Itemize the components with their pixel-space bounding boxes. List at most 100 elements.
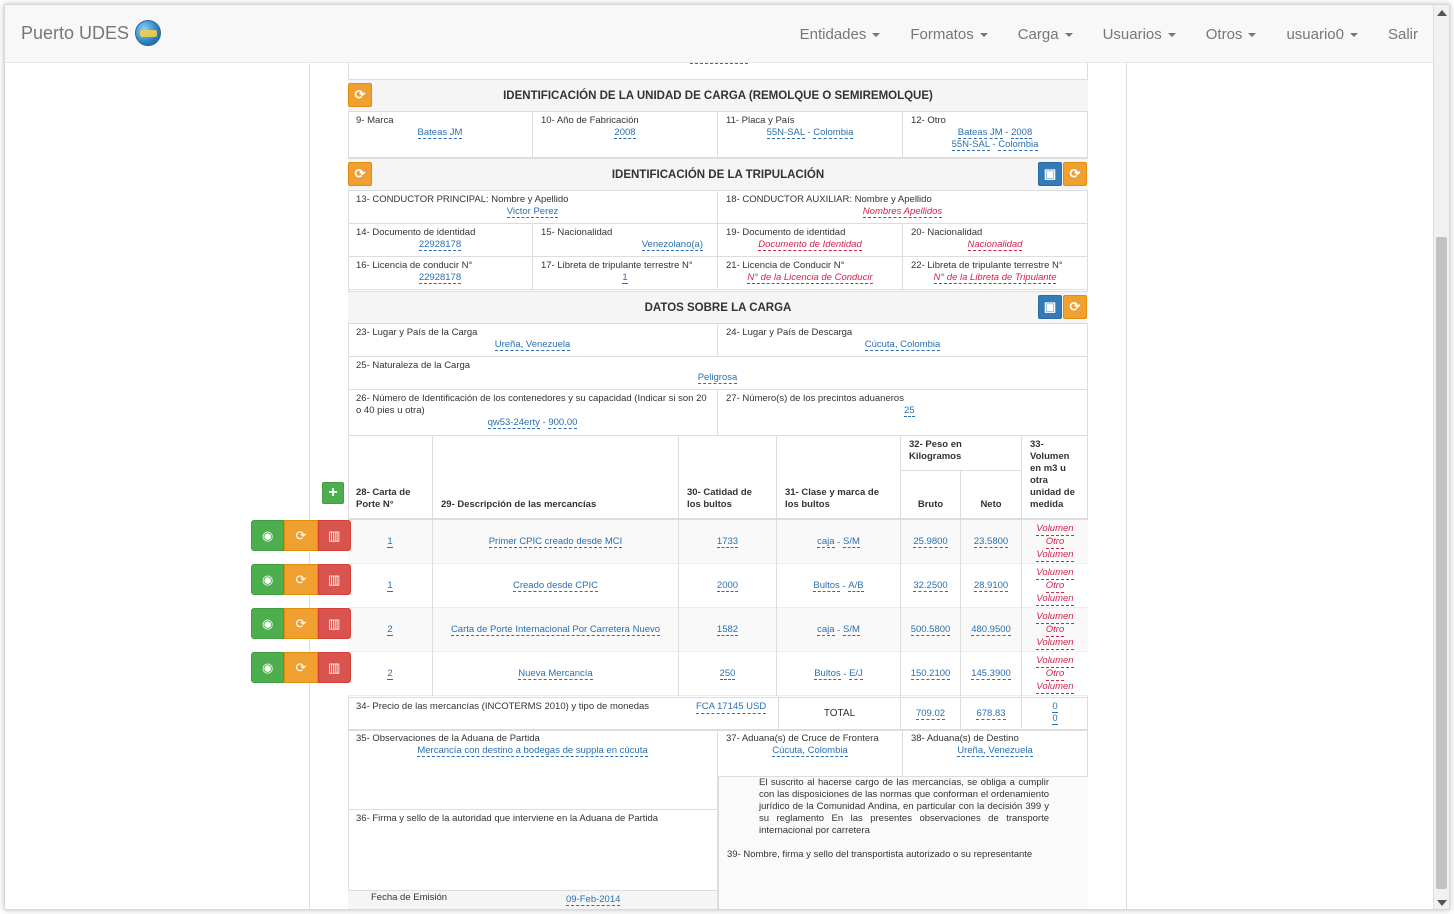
nav-entidades-label[interactable]: Entidades [800,26,867,43]
value-anio[interactable]: 2008 [614,127,636,139]
cell-desc[interactable]: Creado desde CPIC [512,580,599,592]
value-21[interactable]: N° de la Licencia de Conducir [747,272,873,284]
trash-icon[interactable]: ▥ [317,652,351,683]
cell-marca[interactable]: S/M [843,536,860,548]
cell-marca[interactable]: E/J [849,668,863,680]
value-20[interactable]: Nacionalidad [967,239,1023,251]
save-icon[interactable]: ▣ [1038,295,1062,319]
cell-carta[interactable]: 2 [387,624,393,636]
scrollbar-thumb[interactable] [1436,237,1447,889]
cell-carta[interactable]: 1 [387,580,393,592]
cell-vol-a[interactable]: Volumen [1036,567,1074,580]
value-35[interactable]: Mercancía con destino a bodegas de suppl… [417,745,648,757]
view-eye-icon[interactable]: ◉ [251,520,285,551]
cell-cant[interactable]: 1582 [716,624,739,636]
value-24[interactable]: Cúcuta, Colombia [864,339,941,351]
nav-formatos-label[interactable]: Formatos [910,26,973,43]
value-13[interactable]: Victor Perez [506,206,559,218]
cell-desc[interactable]: Nueva Mercancía [518,668,593,680]
nav-entidades[interactable]: Entidades [785,26,896,43]
total-vol-2[interactable]: 0 [1052,713,1058,725]
value-27[interactable]: 25 [904,405,915,417]
scroll-up-icon[interactable] [1437,10,1447,16]
cell-neto[interactable]: 145.3900 [971,668,1011,680]
total-neto[interactable]: 678.83 [976,708,1006,720]
cell-clase[interactable]: Bultos [813,580,840,592]
value-otro1a[interactable]: Bateas JM [957,127,1003,139]
cell-vol-a[interactable]: Volumen [1036,523,1074,536]
cell-bruto[interactable]: 25.9800 [913,536,948,548]
view-eye-icon[interactable]: ◉ [251,608,285,639]
value-otro2a[interactable]: 55N-SAL [951,139,990,151]
cell-vol-b[interactable]: Otro [1045,536,1065,549]
cell-bruto[interactable]: 150.2100 [910,668,951,680]
brand[interactable]: Puerto UDES [21,20,162,46]
value-marca[interactable]: Bateas JM [417,127,463,139]
refresh-icon[interactable]: ⟳ [284,520,318,551]
cell-vol-c[interactable]: Volumen [1036,681,1074,694]
trash-icon[interactable]: ▥ [317,520,351,551]
cell-clase[interactable]: caja [817,536,835,548]
view-eye-icon[interactable]: ◉ [251,652,285,683]
refresh-icon[interactable]: ⟳ [284,564,318,595]
save-icon[interactable]: ▣ [1038,162,1062,186]
cell-neto[interactable]: 23.5800 [973,536,1009,548]
total-bruto[interactable]: 709.02 [915,708,946,720]
trash-icon[interactable]: ▥ [317,564,351,595]
add-row-plus-icon[interactable]: + [322,482,344,504]
nav-usuarios[interactable]: Usuarios [1088,26,1191,43]
cell-vol-c[interactable]: Volumen [1036,549,1074,562]
value-14[interactable]: 22928178 [418,239,462,251]
value-16[interactable]: 22928178 [418,272,462,284]
cell-desc[interactable]: Primer CPIC creado desde MCI [488,536,623,548]
value-pais[interactable]: Colombia [813,127,854,139]
brand-name[interactable]: Puerto UDES [21,23,129,44]
cell-cant[interactable]: 1733 [716,536,739,548]
nav-salir-label[interactable]: Salir [1388,26,1418,43]
nav-carga[interactable]: Carga [1003,26,1088,43]
vertical-scrollbar[interactable] [1433,5,1449,909]
value-placa[interactable]: 55N-SAL [766,127,805,139]
cell-cant[interactable]: 250 [719,668,736,680]
value-otro1b[interactable]: 2008 [1011,127,1033,139]
value-34[interactable]: FCA 17145 USD [696,701,767,714]
cell-carta[interactable]: 2 [387,668,393,680]
refresh-icon[interactable]: ⟳ [348,83,372,107]
scroll-down-icon[interactable] [1437,900,1447,906]
cell-vol-a[interactable]: Volumen [1036,655,1074,668]
value-19[interactable]: Documento de Identidad [758,239,862,251]
refresh-icon[interactable]: ⟳ [284,608,318,639]
total-vol-1[interactable]: 0 [1052,701,1058,713]
nav-formatos[interactable]: Formatos [895,26,1002,43]
nav-carga-label[interactable]: Carga [1018,26,1059,43]
nav-otros-label[interactable]: Otros [1206,26,1243,43]
value-38[interactable]: Ureña, Venezuela [957,745,1033,757]
cell-vol-b[interactable]: Otro [1045,624,1065,637]
value-18[interactable]: Nombres Apellidos [862,206,943,218]
cell-clase[interactable]: Bultos [814,668,841,680]
refresh-icon[interactable]: ⟳ [348,162,372,186]
value-23[interactable]: Ureña, Venezuela [494,339,571,351]
nav-usuarios-label[interactable]: Usuarios [1103,26,1162,43]
cell-vol-c[interactable]: Volumen [1036,637,1074,650]
cell-marca[interactable]: S/M [843,624,860,636]
refresh-icon[interactable]: ⟳ [284,652,318,683]
value-26b[interactable]: 900.00 [548,417,578,429]
cell-bruto[interactable]: 32.2500 [913,580,948,592]
cell-cant[interactable]: 2000 [716,580,739,592]
refresh-icon[interactable]: ⟳ [1063,162,1087,186]
value-15[interactable]: Venezolano(a) [641,239,703,251]
trash-icon[interactable]: ▥ [317,608,351,639]
value-otro2b[interactable]: Colombia [998,139,1039,151]
cell-vol-a[interactable]: Volumen [1036,611,1074,624]
cell-carta[interactable]: 1 [387,536,393,548]
view-eye-icon[interactable]: ◉ [251,564,285,595]
value-17[interactable]: 1 [622,272,628,284]
nav-salir[interactable]: Salir [1373,26,1433,43]
value-25[interactable]: Peligrosa [697,372,738,384]
cell-vol-b[interactable]: Otro [1045,668,1065,681]
cell-neto[interactable]: 480.9500 [971,624,1011,636]
cell-marca[interactable]: A/B [848,580,864,592]
value-37[interactable]: Cúcuta, Colombia [772,745,848,757]
refresh-icon[interactable]: ⟳ [1063,295,1087,319]
